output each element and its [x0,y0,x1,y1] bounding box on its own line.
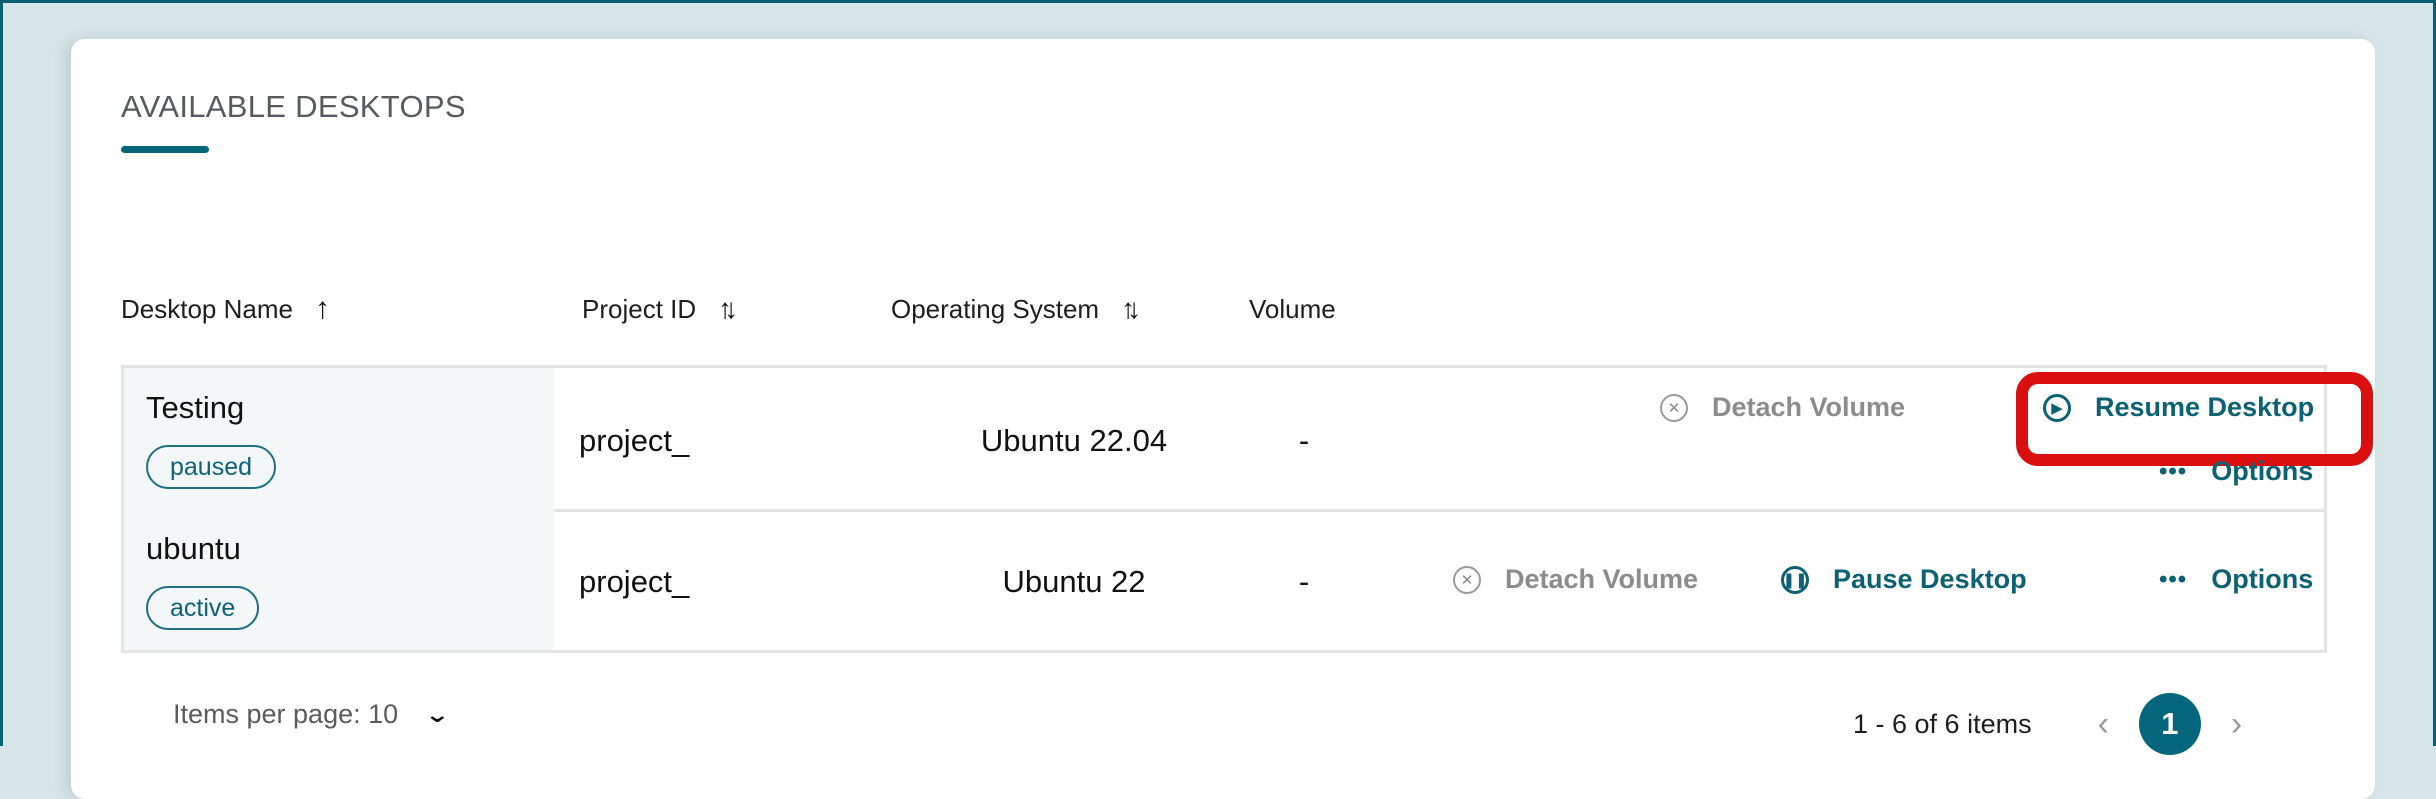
pause-desktop-label: Pause Desktop [1833,564,2027,594]
status-badge: paused [146,445,277,489]
options-label: Options [2211,564,2314,594]
volume: - [1298,423,1310,458]
sort-both-icon[interactable]: ↑↓ [718,293,738,325]
column-label: Volume [1249,293,1336,324]
pagination-range: 1 - 6 of 6 items [1853,708,2032,739]
more-dots-icon: ••• [2159,457,2188,485]
desktops-card: AVAILABLE DESKTOPS Desktop Name ↑ Projec… [71,39,2375,799]
column-label: Project ID [582,293,697,324]
options-label: Options [2211,456,2314,486]
more-dots-icon: ••• [2159,565,2188,593]
column-header-project-id[interactable]: Project ID ↑↓ [582,289,738,329]
pause-desktop-button[interactable]: ❚❚ Pause Desktop [1781,564,2027,595]
detach-volume-button[interactable]: ✕ Detach Volume [1453,564,1698,595]
sort-both-icon[interactable]: ↑↓ [1121,293,1141,325]
options-button[interactable]: ••• Options [2159,456,2313,487]
pause-circle-icon: ❚❚ [1781,565,1809,594]
name-cell: ubuntu active [124,509,554,650]
desktops-table: Testing paused project_ Ubuntu 22.04 - ✕… [121,365,2373,653]
close-circle-icon: ✕ [1660,393,1688,422]
desktop-name: ubuntu [146,531,241,566]
detach-volume-label: Detach Volume [1712,392,1906,422]
name-cell: Testing paused [124,368,554,509]
options-button[interactable]: ••• Options [2159,564,2313,595]
chevron-down-icon[interactable]: ⌄ [424,702,450,728]
operating-system: Ubuntu 22.04 [980,423,1168,458]
project-id: project_ [579,423,690,458]
close-circle-icon: ✕ [1453,565,1481,594]
detach-volume-label: Detach Volume [1505,564,1699,594]
table-row[interactable]: Testing paused project_ Ubuntu 22.04 - ✕… [124,368,2373,512]
chevron-left-icon[interactable]: ‹ [2098,705,2109,744]
column-header-operating-system[interactable]: Operating System ↑↓ [891,289,1141,329]
chevron-right-icon[interactable]: › [2231,705,2242,744]
operating-system: Ubuntu 22 [1002,564,1146,599]
title-underline [121,146,209,153]
desktop-name: Testing [146,390,245,425]
table-row[interactable]: ubuntu active project_ Ubuntu 22 - ✕ Det… [124,509,2324,650]
column-label: Operating System [891,293,1100,324]
arrow-up-icon[interactable]: ↑ [315,294,330,324]
highlight-box [2016,372,2373,466]
items-per-page-select[interactable]: Items per page: 10 ⌄ [173,699,450,730]
section-title: AVAILABLE DESKTOPS [121,89,466,124]
status-badge: active [146,586,260,630]
detach-volume-button[interactable]: ✕ Detach Volume [1660,392,1905,423]
items-per-page-label: Items per page: 10 [173,699,399,729]
column-label: Desktop Name [121,293,293,324]
project-id: project_ [579,564,690,599]
volume: - [1298,564,1310,599]
column-header-volume: Volume [1249,289,1336,329]
column-header-desktop-name[interactable]: Desktop Name ↑ [121,289,330,329]
